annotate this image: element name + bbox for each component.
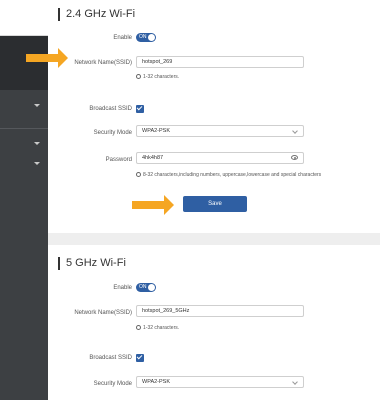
broadcast-ssid-checkbox[interactable] [136,353,144,362]
security-mode-value: WPA2-PSK [142,379,171,385]
security-mode-label: Security Mode [93,130,132,136]
broadcast-ssid-checkbox[interactable] [136,104,144,113]
eye-icon[interactable] [291,155,298,160]
section-title-5ghz: 5 GHz Wi-Fi [58,257,126,270]
broadcast-ssid-label: Broadcast SSID [89,355,132,361]
security-mode-select[interactable]: WPA2-PSK [136,376,304,388]
security-mode-value: WPA2-PSK [142,128,171,134]
chevron-down-icon [292,379,298,385]
info-icon [136,325,141,330]
check-icon [136,104,143,111]
wifi-24-panel: 2.4 GHz Wi-Fi Enable ON Network Name(SSI… [48,0,380,233]
toggle-knob [148,284,155,291]
security-mode-select[interactable]: WPA2-PSK [136,125,304,137]
toggle-on-text: ON [139,34,147,40]
chevron-down-icon[interactable] [34,162,40,165]
info-icon [136,172,141,177]
ssid-input[interactable]: hotspot_269 [136,56,304,68]
ssid-input[interactable]: hotspot_269_5GHz [136,305,304,317]
sidebar-divider [0,128,48,129]
info-icon [136,74,141,79]
enable-label: Enable [113,35,132,41]
ssid-label: Network Name(SSID) [74,310,132,316]
save-button[interactable]: Save [183,196,247,212]
sidebar-item-selected[interactable] [0,36,48,90]
enable-label: Enable [113,285,132,291]
wifi-5-panel: 5 GHz Wi-Fi Enable ON Network Name(SSID)… [48,245,380,400]
password-input[interactable]: 4hk4h87 [136,152,304,164]
toggle-knob [148,34,155,41]
sidebar-header [0,0,48,36]
section-title-24ghz: 2.4 GHz Wi-Fi [58,8,135,21]
annotation-arrow [26,48,68,68]
enable-toggle[interactable]: ON [136,283,156,292]
chevron-down-icon[interactable] [34,104,40,107]
ssid-hint: 1-32 characters. [136,325,179,331]
password-value: 4hk4h87 [142,155,164,161]
password-hint: 8-32 characters,including numbers, upper… [136,172,376,178]
security-mode-label: Security Mode [93,381,132,387]
password-label: Password [105,157,132,163]
enable-toggle[interactable]: ON [136,33,156,42]
chevron-down-icon [292,128,298,134]
broadcast-ssid-label: Broadcast SSID [89,106,132,112]
toggle-on-text: ON [139,284,147,290]
ssid-hint: 1-32 characters. [136,74,179,80]
check-icon [136,353,143,360]
annotation-arrow [132,195,174,215]
chevron-down-icon[interactable] [34,142,40,145]
